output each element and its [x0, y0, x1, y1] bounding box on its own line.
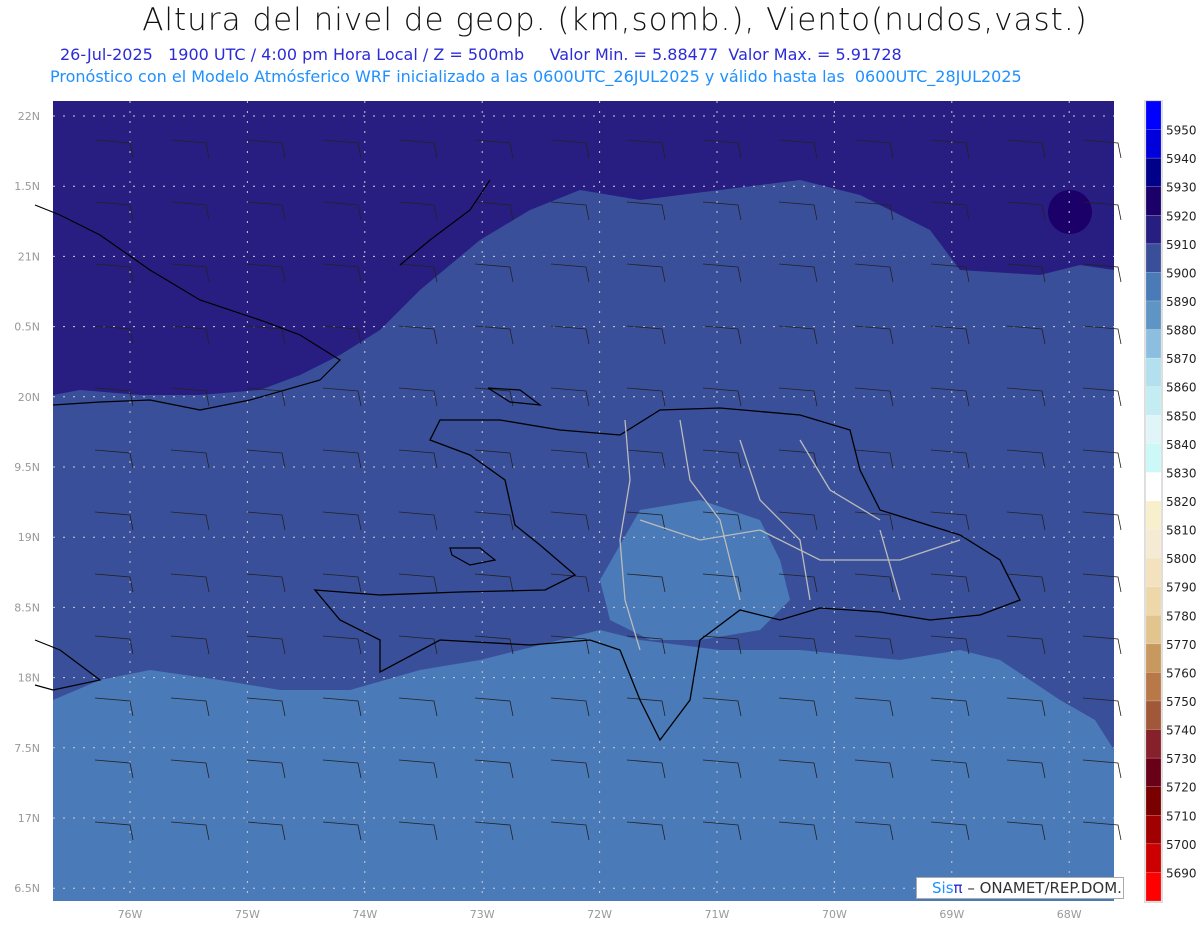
logo-sis: Sis	[932, 879, 954, 897]
colorbar: 5950 5940 5930 5920 5910 5900 5890 5880 5870 5860…	[1144, 100, 1197, 903]
colorbar-label: 5730	[1166, 752, 1197, 766]
colorbar-label: 5890	[1166, 295, 1197, 309]
colorbar-label: 5750	[1166, 695, 1197, 709]
lat-label: 21N	[18, 250, 40, 263]
colorbar-bin	[1145, 843, 1162, 873]
lon-label: 72W	[587, 908, 612, 921]
colorbar-bin	[1145, 472, 1162, 502]
lon-label: 75W	[235, 908, 260, 921]
lat-label: 1.5N	[14, 180, 40, 193]
lat-label: 20N	[18, 391, 40, 404]
colorbar-label: 5780	[1166, 609, 1197, 623]
colorbar-bin	[1145, 643, 1162, 673]
colorbar-bin	[1145, 186, 1162, 216]
colorbar-bin	[1145, 357, 1162, 387]
lat-label: 6.5N	[14, 882, 40, 895]
lon-label: 74W	[352, 908, 377, 921]
colorbar-bin	[1145, 443, 1162, 473]
colorbar-bin	[1145, 529, 1162, 559]
colorbar-label: 5700	[1166, 838, 1197, 852]
colorbar-label: 5920	[1166, 209, 1197, 223]
field-5920-cell	[1048, 190, 1092, 234]
lat-label: 0.5N	[14, 321, 40, 334]
lat-label: 7.5N	[14, 742, 40, 755]
colorbar-bin	[1145, 500, 1162, 530]
logo-sispi-onamet: Sisπ – ONAMET/REP.DOM.	[916, 877, 1124, 899]
lon-label: 68W	[1057, 908, 1082, 921]
colorbar-label: 5950	[1166, 124, 1197, 138]
lon-label: 76W	[118, 908, 143, 921]
colorbar-bin	[1145, 272, 1162, 302]
logo-pi: π	[953, 879, 963, 897]
lon-label: 71W	[705, 908, 730, 921]
colorbar-bin	[1145, 243, 1162, 273]
colorbar-label: 5760	[1166, 666, 1197, 680]
colorbar-bin	[1145, 700, 1162, 730]
colorbar-label: 5840	[1166, 438, 1197, 452]
colorbar-bin	[1145, 615, 1162, 645]
colorbar-label: 5710	[1166, 809, 1197, 823]
colorbar-bin	[1145, 672, 1162, 702]
colorbar-bin	[1145, 815, 1162, 845]
lon-label: 69W	[939, 908, 964, 921]
colorbar-bin	[1145, 157, 1162, 187]
colorbar-bin	[1145, 872, 1162, 902]
colorbar-bin	[1145, 215, 1162, 245]
colorbar-label: 5850	[1166, 409, 1197, 423]
colorbar-label: 5940	[1166, 152, 1197, 166]
colorbar-bin	[1145, 329, 1162, 359]
colorbar-label: 5720	[1166, 781, 1197, 795]
colorbar-label: 5870	[1166, 352, 1197, 366]
colorbar-bin	[1145, 100, 1162, 130]
colorbar-bin	[1145, 729, 1162, 759]
colorbar-label: 5880	[1166, 324, 1197, 338]
lat-label: 19N	[18, 531, 40, 544]
colorbar-label: 5860	[1166, 381, 1197, 395]
colorbar-label: 5930	[1166, 181, 1197, 195]
logo-text: – ONAMET/REP.DOM.	[962, 879, 1122, 897]
lat-label: 9.5N	[14, 461, 40, 474]
lat-label: 18N	[18, 672, 40, 685]
colorbar-label: 5830	[1166, 466, 1197, 480]
colorbar-label: 5820	[1166, 495, 1197, 509]
colorbar-bin	[1145, 586, 1162, 616]
geopotential-map: 5950 5940 5930 5920 5910 5900 5890 5880 5870 5860…	[14, 100, 1197, 921]
colorbar-label: 5810	[1166, 524, 1197, 538]
colorbar-label: 5790	[1166, 581, 1197, 595]
lon-label: 73W	[470, 908, 495, 921]
colorbar-label: 5900	[1166, 266, 1197, 280]
colorbar-bin	[1145, 557, 1162, 587]
colorbar-bin	[1145, 386, 1162, 416]
lat-label: 22N	[18, 110, 40, 123]
colorbar-bin	[1145, 300, 1162, 330]
colorbar-bin	[1145, 129, 1162, 159]
colorbar-label: 5800	[1166, 552, 1197, 566]
colorbar-label: 5910	[1166, 238, 1197, 252]
colorbar-bin	[1145, 757, 1162, 787]
colorbar-label: 5690	[1166, 866, 1197, 880]
colorbar-bin	[1145, 415, 1162, 445]
lon-label: 70W	[822, 908, 847, 921]
colorbar-label: 5740	[1166, 724, 1197, 738]
lat-label: 8.5N	[14, 601, 40, 614]
colorbar-bin	[1145, 786, 1162, 816]
colorbar-label: 5770	[1166, 638, 1197, 652]
lat-label: 17N	[18, 812, 40, 825]
